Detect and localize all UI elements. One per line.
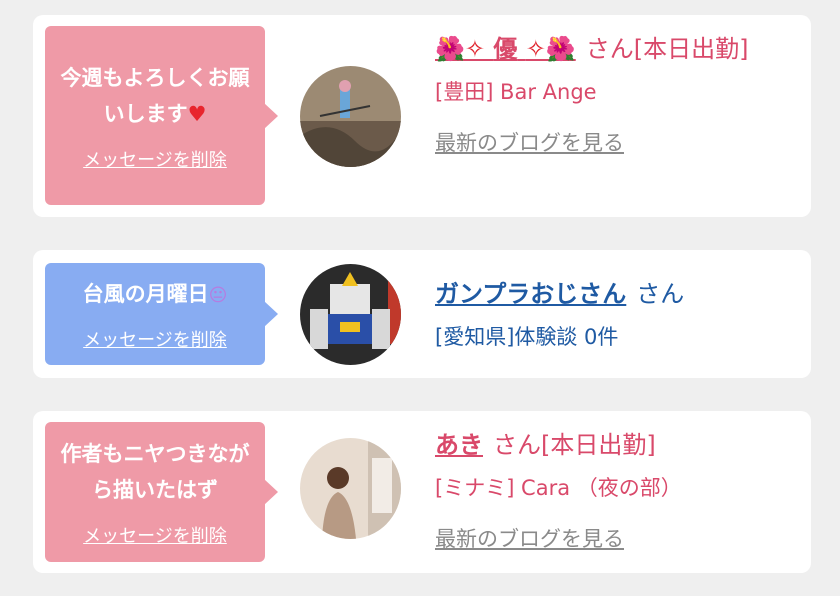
message-bubble: 作者もニヤつきながら描いたはず メッセージを削除 [45,422,265,562]
latest-blog-link[interactable]: 最新のブログを見る [435,127,624,157]
location-text: [愛知県]体験談 0件 [435,325,619,349]
message-body: 台風の月曜日 [82,282,209,306]
location-text: [豊田] Bar Ange [435,80,597,104]
name-line: ガンプラおじさん さん [435,272,797,316]
name-suffix: さん[本日出勤] [493,431,656,459]
delete-message-link[interactable]: メッセージを削除 [83,146,227,172]
name-line: あき さん[本日出勤] [435,423,797,467]
avatar[interactable] [300,264,401,365]
message-card: 作者もニヤつきながら描いたはず メッセージを削除 あき さん[本日出勤] [ミナミ… [33,411,811,573]
hibiscus-icon: 🌺✧ [435,35,485,63]
hibiscus-icon: ✧🌺 [525,35,576,63]
avatar[interactable] [300,438,401,539]
profile-info: 🌺✧ 優 ✧🌺 さん[本日出勤] [豊田] Bar Ange 最新のブログを見る [435,27,797,157]
message-bubble: 台風の月曜日😐 メッセージを削除 [45,263,265,365]
message-bubble: 今週もよろしくお願いします♥ メッセージを削除 [45,26,265,205]
profile-name-link[interactable]: 🌺✧ 優 ✧🌺 [435,35,576,63]
profile-name-link[interactable]: ガンプラおじさん [435,280,626,308]
profile-name: 優 [493,35,518,63]
name-suffix: さん[本日出勤] [585,35,749,63]
profile-name-link[interactable]: あき [435,431,483,459]
heart-icon: ♥ [187,101,207,126]
profile-info: ガンプラおじさん さん [愛知県]体験談 0件 [435,272,797,354]
message-card: 今週もよろしくお願いします♥ メッセージを削除 🌺✧ 優 ✧🌺 さん[本日出勤] … [33,15,811,217]
message-text: 今週もよろしくお願いします♥ [45,60,265,132]
name-suffix: さん [636,280,685,308]
message-text: 作者もニヤつきながら描いたはず [60,442,250,502]
face-emoji-icon: 😐 [208,285,228,306]
location-text: [ミナミ] Cara （夜の部） [435,476,682,500]
message-body: 今週もよろしくお願いします [60,65,250,126]
name-line: 🌺✧ 優 ✧🌺 さん[本日出勤] [435,27,797,71]
message-card: 台風の月曜日😐 メッセージを削除 ガンプラおじさん さん [愛知県]体験談 0件 [33,250,811,378]
avatar[interactable] [300,66,401,167]
latest-blog-link[interactable]: 最新のブログを見る [435,523,624,553]
profile-info: あき さん[本日出勤] [ミナミ] Cara （夜の部） 最新のブログを見る [435,423,797,553]
delete-message-link[interactable]: メッセージを削除 [83,326,227,352]
message-text: 台風の月曜日😐 [71,276,240,314]
delete-message-link[interactable]: メッセージを削除 [83,522,227,548]
